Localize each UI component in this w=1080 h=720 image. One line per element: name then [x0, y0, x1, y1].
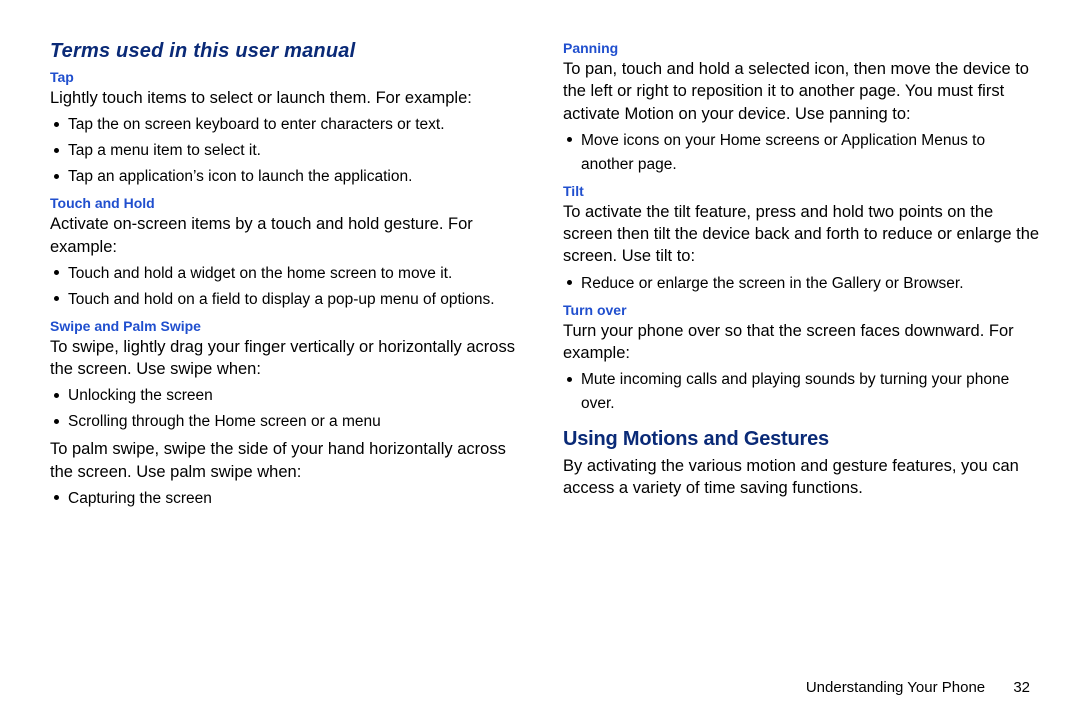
tap-intro: Lightly touch items to select or launch …	[50, 87, 527, 109]
subheading-turn-over: Turn over	[563, 302, 1040, 318]
subheading-swipe: Swipe and Palm Swipe	[50, 318, 527, 334]
list-item: Tap the on screen keyboard to enter char…	[68, 113, 527, 137]
list-item: Mute incoming calls and playing sounds b…	[581, 368, 1040, 416]
tilt-list: Reduce or enlarge the screen in the Gall…	[563, 272, 1040, 296]
list-item: Scrolling through the Home screen or a m…	[68, 410, 527, 434]
list-item: Touch and hold on a field to display a p…	[68, 288, 527, 312]
manual-page: Terms used in this user manual Tap Light…	[0, 0, 1080, 720]
left-column: Terms used in this user manual Tap Light…	[50, 40, 527, 515]
subheading-touch-hold: Touch and Hold	[50, 195, 527, 211]
subheading-tap: Tap	[50, 69, 527, 85]
list-item: Move icons on your Home screens or Appli…	[581, 129, 1040, 177]
list-item: Reduce or enlarge the screen in the Gall…	[581, 272, 1040, 296]
turn-over-list: Mute incoming calls and playing sounds b…	[563, 368, 1040, 416]
subheading-tilt: Tilt	[563, 183, 1040, 199]
touch-hold-intro: Activate on-screen items by a touch and …	[50, 213, 527, 258]
swipe-list: Unlocking the screen Scrolling through t…	[50, 384, 527, 434]
list-item: Touch and hold a widget on the home scre…	[68, 262, 527, 286]
motions-body: By activating the various motion and ges…	[563, 455, 1040, 500]
panning-list: Move icons on your Home screens or Appli…	[563, 129, 1040, 177]
page-footer: Understanding Your Phone 32	[806, 679, 1030, 696]
palm-swipe-intro: To palm swipe, swipe the side of your ha…	[50, 438, 527, 483]
right-column: Panning To pan, touch and hold a selecte…	[563, 40, 1040, 515]
section-heading-motions: Using Motions and Gestures	[563, 428, 1040, 451]
list-item: Tap an application’s icon to launch the …	[68, 165, 527, 189]
turn-over-intro: Turn your phone over so that the screen …	[563, 320, 1040, 365]
two-column-layout: Terms used in this user manual Tap Light…	[50, 40, 1040, 515]
touch-hold-list: Touch and hold a widget on the home scre…	[50, 262, 527, 312]
section-heading-terms: Terms used in this user manual	[50, 40, 527, 63]
footer-page-number: 32	[1013, 679, 1030, 696]
swipe-intro: To swipe, lightly drag your finger verti…	[50, 336, 527, 381]
subheading-panning: Panning	[563, 40, 1040, 56]
footer-chapter: Understanding Your Phone	[806, 679, 985, 696]
tap-list: Tap the on screen keyboard to enter char…	[50, 113, 527, 189]
palm-swipe-list: Capturing the screen	[50, 487, 527, 511]
tilt-intro: To activate the tilt feature, press and …	[563, 201, 1040, 268]
list-item: Capturing the screen	[68, 487, 527, 511]
list-item: Unlocking the screen	[68, 384, 527, 408]
list-item: Tap a menu item to select it.	[68, 139, 527, 163]
panning-intro: To pan, touch and hold a selected icon, …	[563, 58, 1040, 125]
